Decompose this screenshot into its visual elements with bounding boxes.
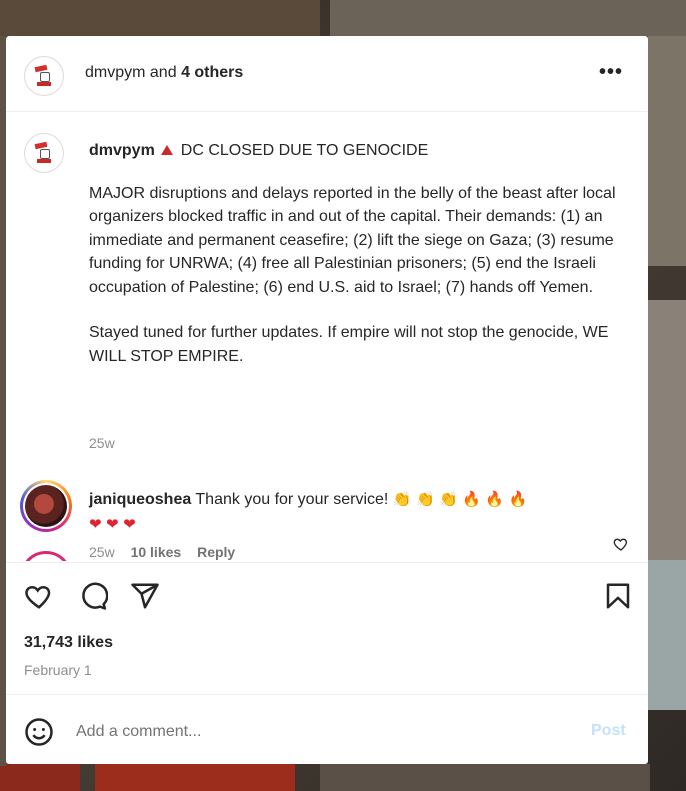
post-date[interactable]: February 1 (24, 662, 92, 678)
next-commenter-avatar[interactable] (20, 551, 72, 561)
header-username[interactable]: dmvpym (85, 64, 145, 81)
comment-time[interactable]: 25w (89, 544, 115, 560)
tent-icon (160, 144, 173, 156)
add-comment-input[interactable] (76, 717, 556, 747)
post-header: dmvpym and 4 others ••• (6, 36, 648, 112)
author-avatar[interactable] (24, 56, 64, 96)
comment-username[interactable]: janiqueoshea (89, 491, 191, 508)
more-horizontal-icon[interactable]: ••• (598, 62, 624, 86)
heart-emoji-icon: ❤ (89, 515, 102, 533)
header-and: and (149, 64, 177, 81)
comment-bar: Post (6, 694, 648, 764)
clap-emoji-icon: 👏 (439, 490, 458, 508)
fire-emoji-icon: 🔥 (462, 490, 481, 508)
fire-emoji-icon: 🔥 (485, 490, 505, 508)
caption: dmvpym DC CLOSED DUE TO GENOCIDE MAJOR di… (89, 139, 619, 368)
post-button[interactable]: Post (591, 722, 626, 740)
commenter-avatar[interactable] (20, 480, 72, 532)
likes-count[interactable]: 31,743 likes (24, 634, 113, 652)
heart-emoji-icon: ❤ (123, 515, 136, 533)
caption-title: DC CLOSED DUE TO GENOCIDE (180, 142, 429, 159)
header-authors: dmvpym and 4 others (85, 64, 243, 82)
post-modal: dmvpym and 4 others ••• dmvpym DC CLOSED … (6, 36, 648, 764)
comment-body: Thank you for your service! (195, 491, 389, 508)
comment-likes[interactable]: 10 likes (131, 544, 182, 560)
comment-bubble-icon[interactable] (78, 581, 108, 611)
caption-timestamp[interactable]: 25w (89, 435, 115, 451)
fire-emoji-icon: 🔥 (508, 490, 528, 508)
save-bookmark-icon[interactable] (603, 581, 633, 611)
caption-body: MAJOR disruptions and delays reported in… (89, 184, 616, 296)
clap-emoji-icon: 👏 (392, 490, 412, 508)
pym-logo-icon (33, 141, 55, 164)
comment-text: janiqueoshea Thank you for your service!… (89, 487, 589, 537)
emoji-smiley-icon[interactable] (24, 717, 54, 747)
clap-emoji-icon: 👏 (415, 490, 435, 508)
heart-emoji-icon: ❤ (106, 515, 119, 533)
comment-like-heart-icon[interactable] (613, 536, 629, 552)
comment-meta: 25w 10 likes Reply (89, 544, 247, 560)
header-others-link[interactable]: 4 others (181, 64, 243, 81)
caption-title-line: dmvpym DC CLOSED DUE TO GENOCIDE (89, 139, 619, 163)
comments-scroll-area[interactable]: dmvpym DC CLOSED DUE TO GENOCIDE MAJOR di… (6, 113, 648, 561)
caption-username[interactable]: dmvpym (89, 142, 155, 159)
reply-button[interactable]: Reply (197, 544, 235, 560)
like-heart-icon[interactable] (24, 581, 54, 611)
pym-logo-icon (33, 64, 55, 87)
caption-avatar[interactable] (24, 133, 64, 173)
caption-closing: Stayed tuned for further updates. If emp… (89, 324, 609, 365)
share-paper-plane-icon[interactable] (130, 581, 160, 611)
